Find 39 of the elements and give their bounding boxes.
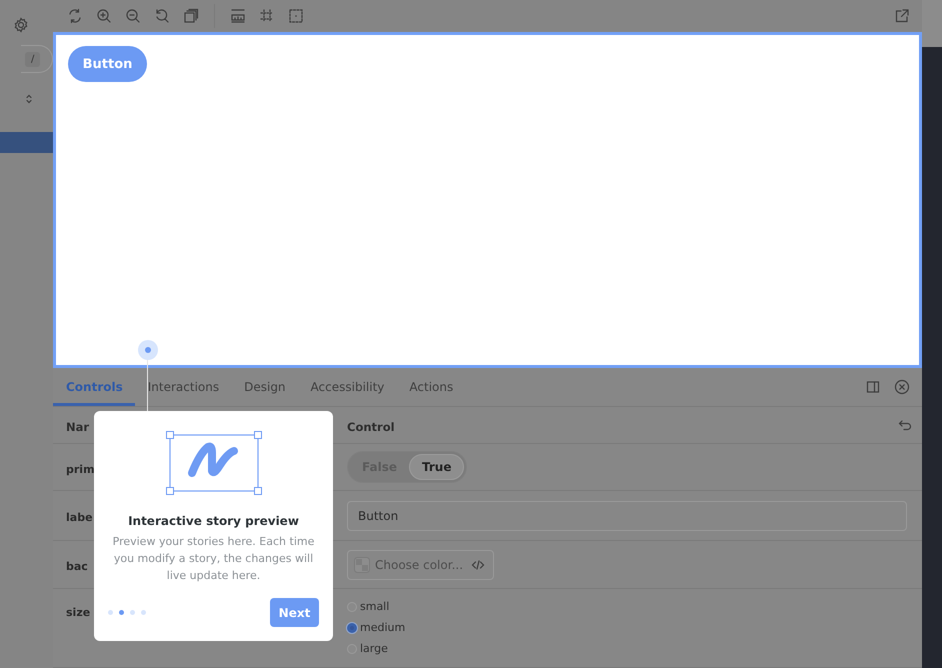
zoom-in-icon[interactable] xyxy=(96,8,112,24)
column-header: Control xyxy=(347,420,395,434)
close-icon[interactable] xyxy=(894,379,910,395)
property-name: bac xyxy=(66,560,88,573)
undo-icon[interactable] xyxy=(898,418,912,432)
panel-tab[interactable]: Interactions xyxy=(134,368,232,406)
property-name: prim xyxy=(66,462,95,476)
frames-icon[interactable] xyxy=(183,8,199,24)
radio-label: medium xyxy=(360,621,406,634)
preview-button[interactable]: Button xyxy=(68,46,147,82)
panel-tab[interactable]: Accessibility xyxy=(298,368,396,406)
settings-icon[interactable] xyxy=(13,17,29,33)
radio-label: small xyxy=(360,600,390,613)
code-icon[interactable] xyxy=(471,558,485,572)
column-header: Nar xyxy=(66,420,90,434)
toggle-option[interactable]: True xyxy=(409,454,464,480)
zoom-reset-icon[interactable] xyxy=(154,8,170,24)
tour-title: Interactive story preview xyxy=(128,514,299,528)
tour-description: Preview your stories here. Each time you modify a story, the changes will live update here. xyxy=(112,534,316,584)
grid-icon[interactable] xyxy=(259,8,275,24)
shortcut-key: / xyxy=(25,52,40,66)
property-name: labe xyxy=(66,511,93,524)
selected-row-highlight xyxy=(0,132,53,153)
property-name: size xyxy=(66,606,90,619)
next-button[interactable]: Next xyxy=(270,598,319,627)
external-link-icon[interactable] xyxy=(894,8,910,24)
panel-tab[interactable]: Design xyxy=(231,368,298,406)
radio-button[interactable] xyxy=(347,622,357,632)
color-picker-field[interactable]: Choose color... xyxy=(347,550,494,580)
panel-tab[interactable]: Actions xyxy=(396,368,466,406)
chevron-up-down-icon[interactable] xyxy=(25,93,33,105)
zoom-out-icon[interactable] xyxy=(125,8,141,24)
text-field[interactable]: Button xyxy=(347,500,907,530)
reload-icon[interactable] xyxy=(67,8,83,24)
panel-layout-icon[interactable] xyxy=(866,380,880,394)
radio-label: large xyxy=(360,642,388,655)
panel-tab[interactable]: Controls xyxy=(53,368,135,406)
ruler-icon[interactable] xyxy=(230,8,246,24)
outline-icon[interactable] xyxy=(288,8,304,24)
